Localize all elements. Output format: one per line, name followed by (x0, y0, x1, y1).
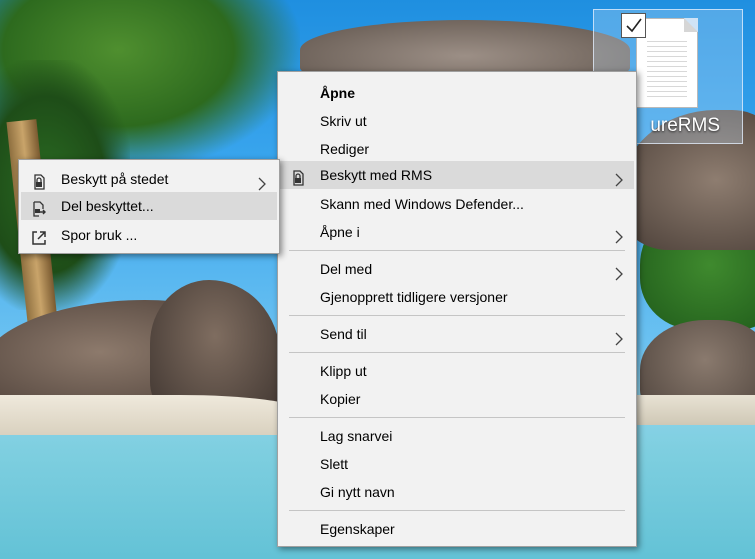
beach-left (0, 395, 300, 435)
menu-item-label: Rediger (320, 141, 370, 157)
menu-item-label: Skann med Windows Defender... (320, 196, 524, 212)
menu-item-label: Send til (320, 326, 367, 342)
menu-separator (289, 352, 625, 353)
chevron-right-icon (614, 262, 624, 281)
menu-item-copy[interactable]: Kopier (280, 385, 634, 413)
menu-item-scan-defender[interactable]: Skann med Windows Defender... (280, 190, 634, 218)
lock-file-icon (290, 167, 306, 186)
menu-item-label: Kopier (320, 391, 361, 407)
menu-item-label: Åpne i (320, 224, 360, 240)
menu-item-label: Del med (320, 261, 373, 277)
menu-item-label: Beskytt på stedet (61, 171, 169, 187)
menu-item-label: Egenskaper (320, 521, 395, 537)
menu-item-restore-versions[interactable]: Gjenopprett tidligere versjoner (280, 283, 634, 311)
menu-item-cut[interactable]: Klipp ut (280, 357, 634, 385)
menu-item-label: Gi nytt navn (320, 484, 395, 500)
menu-item-label: Del beskyttet... (61, 198, 154, 214)
chevron-right-icon (614, 168, 624, 187)
chevron-right-icon (614, 327, 624, 346)
menu-item-edit[interactable]: Rediger (280, 135, 634, 163)
lock-file-icon (31, 171, 47, 190)
menu-item-protect-rms[interactable]: Beskytt med RMS (280, 161, 634, 189)
menu-item-properties[interactable]: Egenskaper (280, 515, 634, 543)
beach-right (630, 395, 755, 425)
selection-checkbox[interactable] (621, 13, 646, 38)
menu-item-delete[interactable]: Slett (280, 450, 634, 478)
menu-item-label: Spor bruk ... (61, 227, 138, 243)
menu-separator (289, 417, 625, 418)
chevron-right-icon (614, 225, 624, 244)
submenu-item-protect-in-place[interactable]: Beskytt på stedet (21, 165, 277, 193)
menu-item-label: Åpne (320, 85, 355, 101)
menu-item-open[interactable]: Åpne (280, 79, 634, 107)
submenu-item-track-usage[interactable]: Spor bruk ... (21, 221, 277, 249)
menu-item-label: Lag snarvei (320, 428, 393, 444)
chevron-right-icon (257, 172, 267, 191)
menu-item-label: Klipp ut (320, 363, 367, 379)
menu-item-share-with[interactable]: Del med (280, 255, 634, 283)
menu-item-print[interactable]: Skriv ut (280, 107, 634, 135)
menu-separator (289, 250, 625, 251)
menu-item-label: Beskytt med RMS (320, 167, 433, 183)
submenu-item-share-protected[interactable]: Del beskyttet... (21, 192, 277, 220)
external-link-icon (31, 227, 47, 245)
share-protected-icon (31, 198, 47, 217)
context-menu: Åpne Skriv ut Rediger Beskytt med RMS Sk… (277, 71, 637, 547)
rms-submenu: Beskytt på stedet Del beskyttet... Spor … (18, 159, 280, 254)
menu-item-label: Skriv ut (320, 113, 367, 129)
menu-item-label: Slett (320, 456, 349, 472)
menu-item-send-to[interactable]: Send til (280, 320, 634, 348)
menu-separator (289, 510, 625, 511)
menu-separator (289, 315, 625, 316)
menu-item-label: Gjenopprett tidligere versjoner (320, 289, 508, 305)
file-name-label: ureRMS (650, 115, 720, 136)
menu-item-create-shortcut[interactable]: Lag snarvei (280, 422, 634, 450)
menu-item-rename[interactable]: Gi nytt navn (280, 478, 634, 506)
menu-item-open-with[interactable]: Åpne i (280, 218, 634, 246)
